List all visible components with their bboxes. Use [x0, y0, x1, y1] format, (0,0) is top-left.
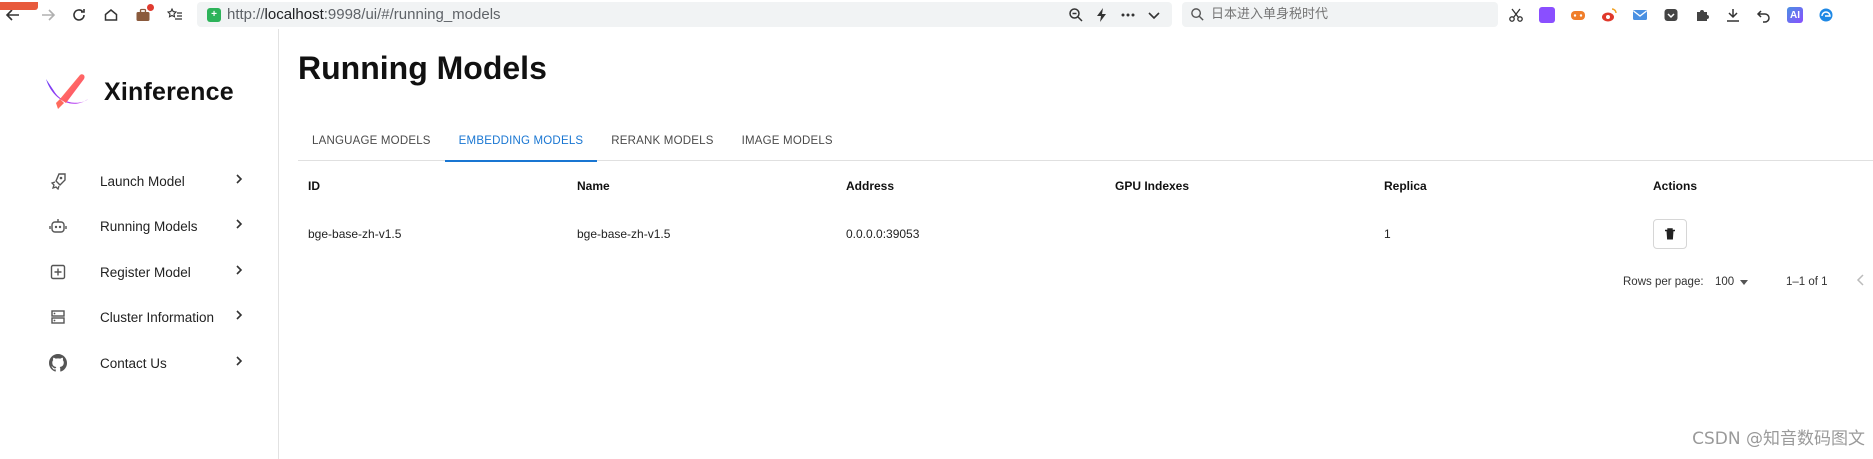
brand-name: Xinference	[104, 77, 234, 106]
cell-id: bge-base-zh-v1.5	[308, 227, 402, 241]
storage-icon	[48, 307, 68, 327]
secure-shield-icon: +	[207, 7, 221, 22]
back-button[interactable]	[0, 2, 38, 28]
rocket-icon	[48, 171, 68, 191]
sidebar-item-label: Contact Us	[100, 355, 167, 371]
star-list-icon	[167, 7, 182, 20]
rows-per-page-select[interactable]: 100	[1715, 276, 1749, 288]
url-text: http://localhost:9998/ui/#/running_model…	[227, 6, 501, 23]
forward-button[interactable]	[35, 2, 61, 28]
column-header-name[interactable]: Name	[577, 162, 610, 210]
sidebar-item-label: Launch Model	[100, 173, 185, 189]
sidebar-item-launch-model[interactable]: Launch Model	[0, 159, 279, 203]
extensions-toolbar: AI	[1505, 3, 1837, 27]
undo-icon[interactable]	[1753, 4, 1775, 26]
cell-address: 0.0.0.0:39053	[846, 227, 920, 241]
chevron-right-icon	[233, 217, 245, 235]
browser-toolbar: + http://localhost:9998/ui/#/running_mod…	[0, 0, 1873, 29]
model-type-tabs: LANGUAGE MODELS EMBEDDING MODELS RERANK …	[298, 121, 1873, 162]
previous-page-button[interactable]	[1856, 273, 1866, 291]
sidebar-item-cluster-information[interactable]: Cluster Information	[0, 295, 279, 339]
extension-briefcase-button[interactable]	[130, 2, 156, 28]
address-bar-actions	[1068, 7, 1162, 23]
chevron-right-icon	[233, 172, 245, 190]
table-row: bge-base-zh-v1.5 bge-base-zh-v1.5 0.0.0.…	[298, 210, 1873, 258]
sidebar-item-label: Register Model	[100, 264, 191, 280]
column-header-address[interactable]: Address	[846, 162, 894, 210]
reload-button[interactable]	[66, 2, 92, 28]
corner-badge	[0, 2, 38, 10]
pocket-icon[interactable]	[1660, 4, 1682, 26]
page-title: Running Models	[298, 50, 547, 86]
sidebar-item-label: Running Models	[100, 218, 198, 234]
scissors-icon[interactable]	[1505, 4, 1527, 26]
column-header-gpu-indexes[interactable]: GPU Indexes	[1115, 162, 1189, 210]
chevron-right-icon	[233, 354, 245, 372]
sidebar: Xinference Launch Model Running Models R…	[0, 29, 279, 459]
chevron-down-icon[interactable]	[1146, 7, 1162, 23]
rows-per-page-label: Rows per page:	[1623, 276, 1704, 288]
browser-search-input[interactable]	[1209, 6, 1489, 23]
puzzle-icon[interactable]	[1691, 4, 1713, 26]
watermark: CSDN @知音数码图文	[1692, 429, 1865, 449]
home-icon	[104, 9, 118, 21]
column-header-actions: Actions	[1653, 179, 1698, 193]
github-icon	[48, 353, 68, 373]
sidebar-item-label: Cluster Information	[100, 309, 215, 325]
sidebar-item-running-models[interactable]: Running Models	[0, 204, 279, 248]
chevron-right-icon	[233, 308, 245, 326]
tab-embedding-models[interactable]: EMBEDDING MODELS	[444, 121, 598, 162]
running-models-table: ID Name Address GPU Indexes Replica Acti…	[298, 162, 1873, 258]
translate-extension-icon[interactable]	[1536, 4, 1558, 26]
xinference-logo-icon	[46, 74, 88, 109]
delete-model-button[interactable]	[1653, 219, 1687, 249]
search-icon	[1191, 8, 1204, 21]
browser-search-box[interactable]	[1182, 2, 1498, 27]
mail-icon[interactable]	[1629, 4, 1651, 26]
game-extension-icon[interactable]	[1567, 4, 1589, 26]
cell-name: bge-base-zh-v1.5	[577, 227, 671, 241]
brand[interactable]: Xinference	[42, 69, 234, 115]
favorites-button[interactable]	[162, 2, 188, 28]
cell-replica: 1	[1384, 227, 1391, 241]
caret-down-icon	[1740, 279, 1749, 285]
lightning-icon[interactable]	[1094, 7, 1110, 23]
trash-icon	[1665, 228, 1675, 240]
address-bar[interactable]: + http://localhost:9998/ui/#/running_mod…	[197, 2, 1172, 27]
sidebar-item-contact-us[interactable]: Contact Us	[0, 341, 279, 385]
zoom-icon[interactable]	[1068, 7, 1084, 23]
more-icon[interactable]	[1120, 7, 1136, 23]
robot-icon	[48, 216, 68, 236]
home-button[interactable]	[98, 2, 124, 28]
table-header-row: ID Name Address GPU Indexes Replica Acti…	[298, 162, 1873, 210]
weibo-icon[interactable]	[1598, 4, 1620, 26]
reload-icon	[73, 9, 85, 21]
rows-per-page-value: 100	[1715, 276, 1735, 288]
download-icon[interactable]	[1722, 4, 1744, 26]
pagination-range: 1–1 of 1	[1786, 276, 1828, 288]
table-pagination: Rows per page: 100 1–1 of 1	[1600, 270, 1873, 294]
tab-image-models[interactable]: IMAGE MODELS	[728, 121, 847, 161]
add-box-icon	[48, 262, 68, 282]
column-header-replica[interactable]: Replica	[1384, 162, 1427, 210]
forward-arrow-icon	[42, 9, 56, 21]
tab-language-models[interactable]: LANGUAGE MODELS	[298, 121, 445, 161]
chevron-right-icon	[233, 263, 245, 281]
chevron-left-icon	[1856, 274, 1864, 286]
edge-icon[interactable]	[1815, 4, 1837, 26]
tab-rerank-models[interactable]: RERANK MODELS	[597, 121, 727, 161]
ai-extension-icon[interactable]: AI	[1784, 4, 1806, 26]
cell-actions	[1653, 210, 1687, 258]
column-header-id[interactable]: ID	[308, 162, 320, 210]
sidebar-item-register-model[interactable]: Register Model	[0, 250, 279, 294]
notification-dot	[147, 4, 154, 11]
